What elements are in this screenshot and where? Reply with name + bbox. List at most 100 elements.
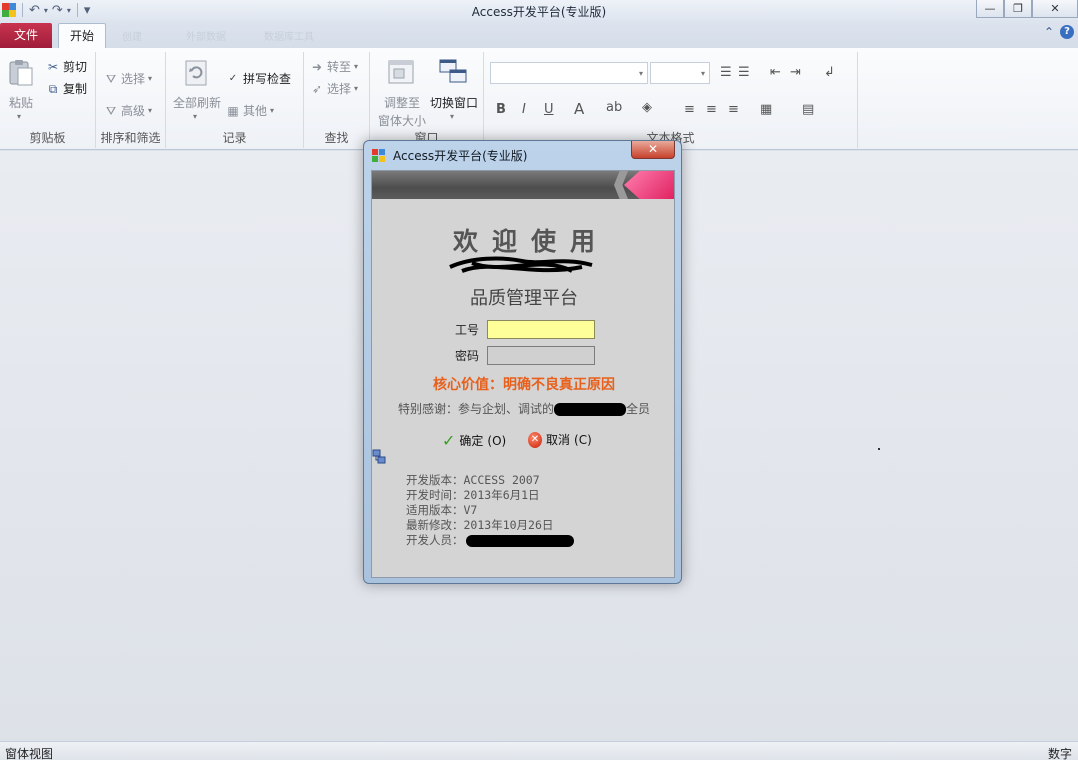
info-developer-label: 开发人员： — [406, 533, 464, 547]
alternate-row-color-icon[interactable]: ▤ — [802, 102, 814, 117]
advanced-filter-button[interactable]: ⛛ 高级 ▾ — [104, 102, 152, 119]
refresh-all-icon[interactable] — [182, 58, 212, 88]
fit-window-label-1: 调整至 — [384, 96, 421, 110]
tab-create[interactable]: 创建 — [122, 28, 142, 43]
numbered-list-icon[interactable]: ☰ — [720, 65, 732, 80]
increase-indent-icon[interactable]: ⇥ — [790, 65, 801, 80]
align-right-icon[interactable]: ≡ — [728, 102, 739, 117]
group-clipboard: 粘贴 ▾ ✂ 剪切 ⧉ 复制 剪贴板 — [0, 52, 96, 148]
fill-color-icon[interactable]: ◈ — [642, 100, 652, 115]
title-bar: ↶ ▾ ↷ ▾ ▾ Access开发平台(专业版) — ❐ ✕ — [0, 0, 1078, 20]
tab-file[interactable]: 文件 — [0, 23, 52, 48]
selection-filter-button[interactable]: ⛛ 选择 ▾ — [104, 70, 152, 87]
caret-down-icon: ▾ — [700, 69, 705, 78]
caret-down-icon: ▾ — [193, 112, 198, 121]
fit-window-label-2: 窗体大小 — [378, 114, 427, 128]
spelling-button[interactable]: ✓ 拼写检查 — [226, 70, 291, 87]
ribbon: 粘贴 ▾ ✂ 剪切 ⧉ 复制 剪贴板 ⛛ 选择 ▾ ⛛ 高级 ▾ 排序和筛选 全… — [0, 48, 1078, 150]
gridlines-icon[interactable]: ▦ — [760, 102, 772, 117]
group-window: 调整至 窗体大小 切换窗口 ▾ 窗口 — [370, 52, 484, 148]
platform-title: 品质管理平台 — [470, 288, 578, 309]
refresh-all-button[interactable]: 全部刷新 — [173, 94, 221, 111]
arrow-right-icon: ➜ — [311, 59, 323, 74]
switch-window-label: 切换窗口 — [430, 96, 479, 110]
other-button[interactable]: ▦ 其他 ▾ — [226, 102, 274, 119]
caret-down-icon: ▾ — [450, 112, 455, 121]
italic-button[interactable]: I — [522, 102, 526, 117]
dialog-titlebar[interactable]: Access开发平台(专业版) ✕ — [364, 141, 681, 169]
status-bar: 窗体视图 数字 — [0, 741, 1078, 760]
bold-button[interactable]: B — [496, 102, 506, 117]
employee-id-input[interactable] — [487, 320, 595, 339]
collapse-ribbon-icon[interactable]: ⌃ — [1044, 25, 1054, 39]
decrease-indent-icon[interactable]: ⇤ — [770, 65, 781, 80]
paste-dropdown[interactable]: ▾ — [17, 112, 21, 121]
access-app-icon — [372, 149, 385, 162]
paste-label: 粘贴 — [9, 96, 34, 110]
align-center-icon[interactable]: ≡ — [706, 102, 717, 117]
goto-label: 转至 — [327, 60, 352, 74]
core-value-text: 核心价值：明确不良真正原因 — [433, 377, 615, 393]
font-size-select[interactable]: ▾ — [650, 62, 710, 84]
version-info: 开发版本：ACCESS 2007 开发时间：2013年6月1日 适用版本：V7 … — [406, 473, 574, 548]
refresh-dropdown[interactable]: ▾ — [193, 112, 197, 121]
restore-button[interactable]: ❐ — [1004, 0, 1032, 18]
caret-down-icon: ▾ — [638, 69, 643, 78]
tab-database-tools[interactable]: 数据库工具 — [264, 28, 314, 43]
dialog-close-button[interactable]: ✕ — [631, 141, 675, 159]
align-left-icon[interactable]: ≡ — [684, 102, 695, 117]
bulleted-list-icon[interactable]: ☰ — [738, 65, 750, 80]
group-label-records: 记录 — [222, 131, 247, 145]
other-label: 其他 — [243, 104, 268, 118]
filter-icon: ⛛ — [105, 71, 117, 86]
table-icon: ▦ — [227, 103, 239, 118]
paste-icon[interactable] — [6, 58, 36, 88]
thanks-prefix: 特别感谢：参与企划、调试的 — [397, 402, 554, 416]
goto-button[interactable]: ➜ 转至 ▾ — [310, 58, 358, 75]
password-input[interactable] — [487, 346, 595, 365]
caret-down-icon: ▾ — [148, 74, 153, 83]
minimize-button[interactable]: — — [976, 0, 1004, 18]
info-last-modified: 最新修改：2013年10月26日 — [406, 518, 554, 532]
group-label-clipboard: 剪贴板 — [29, 131, 66, 145]
switch-window-icon[interactable] — [438, 58, 468, 88]
ribbon-tab-row: 文件 开始 创建 外部数据 数据库工具 ⌃ ? — [0, 20, 1078, 48]
group-records: 全部刷新 ▾ ✓ 拼写检查 ▦ 其他 ▾ 记录 — [166, 52, 304, 148]
ok-button[interactable]: ✓ 确定 (O) — [442, 431, 506, 450]
spell-check-icon: ✓ — [228, 72, 238, 84]
help-icon[interactable]: ? — [1060, 25, 1074, 39]
status-numlock: 数字 — [1047, 747, 1072, 760]
switch-window-dropdown[interactable]: ▾ — [450, 112, 454, 121]
dialog-title: Access开发平台(专业版) — [393, 149, 528, 163]
advanced-label: 高级 — [121, 104, 146, 118]
cancel-button[interactable]: ✕ 取消 (C) — [528, 431, 592, 448]
cancel-icon: ✕ — [528, 431, 542, 448]
font-family-select[interactable]: ▾ — [490, 62, 648, 84]
copy-button[interactable]: ⧉ 复制 — [46, 80, 87, 97]
tab-home[interactable]: 开始 — [58, 23, 106, 48]
tab-external-data[interactable]: 外部数据 — [186, 28, 226, 43]
advanced-filter-icon: ⛛ — [105, 103, 117, 118]
underline-button[interactable]: U — [544, 102, 554, 117]
copy-label: 复制 — [63, 82, 88, 96]
close-button[interactable]: ✕ — [1032, 0, 1078, 18]
network-icon — [372, 449, 386, 464]
font-color-icon[interactable]: A — [574, 100, 584, 118]
paste-button[interactable]: 粘贴 — [9, 94, 33, 111]
find-select-button[interactable]: ➶ 选择 ▾ — [310, 80, 358, 97]
info-applicable: 适用版本：V7 — [406, 503, 478, 517]
banner-pink-arrow — [624, 171, 674, 199]
find-select-label: 选择 — [327, 82, 352, 96]
group-label-find: 查找 — [324, 131, 349, 145]
fit-window-icon[interactable] — [386, 58, 416, 88]
copy-icon: ⧉ — [48, 81, 58, 96]
redaction-block — [465, 534, 574, 547]
caret-down-icon: ▾ — [17, 112, 22, 121]
cut-button[interactable]: ✂ 剪切 — [46, 58, 87, 75]
employee-id-label: 工号 — [455, 323, 480, 337]
switch-window-button[interactable]: 切换窗口 — [430, 94, 478, 111]
paragraph-direction-icon[interactable]: ↲ — [824, 65, 835, 80]
highlight-icon[interactable]: ab — [606, 100, 622, 115]
group-text-format: ▾ ▾ ☰ ☰ ⇤ ⇥ ↲ B I U A ab ◈ ≡ ≡ ≡ ▦ ▤ 文本格… — [484, 52, 858, 148]
login-dialog: Access开发平台(专业版) ✕ 欢迎使用 品质管理平台 工号 密码 核心价值… — [363, 140, 682, 584]
